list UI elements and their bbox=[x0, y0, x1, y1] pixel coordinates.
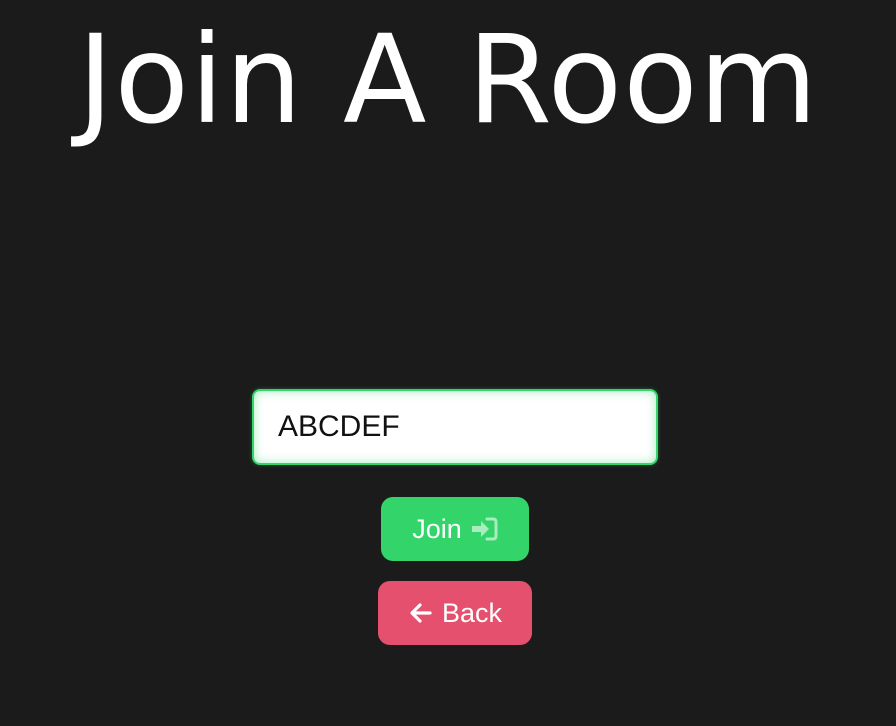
join-room-page: Join A Room Join Back bbox=[0, 0, 896, 726]
page-title: Join A Room bbox=[77, 9, 819, 151]
room-code-input[interactable] bbox=[252, 389, 658, 465]
arrow-left-icon bbox=[408, 601, 434, 625]
back-button-label: Back bbox=[441, 597, 503, 628]
sign-in-icon bbox=[470, 516, 498, 542]
join-button[interactable]: Join bbox=[381, 497, 529, 561]
join-button-label: Join bbox=[412, 513, 462, 544]
back-button[interactable]: Back bbox=[378, 581, 532, 645]
